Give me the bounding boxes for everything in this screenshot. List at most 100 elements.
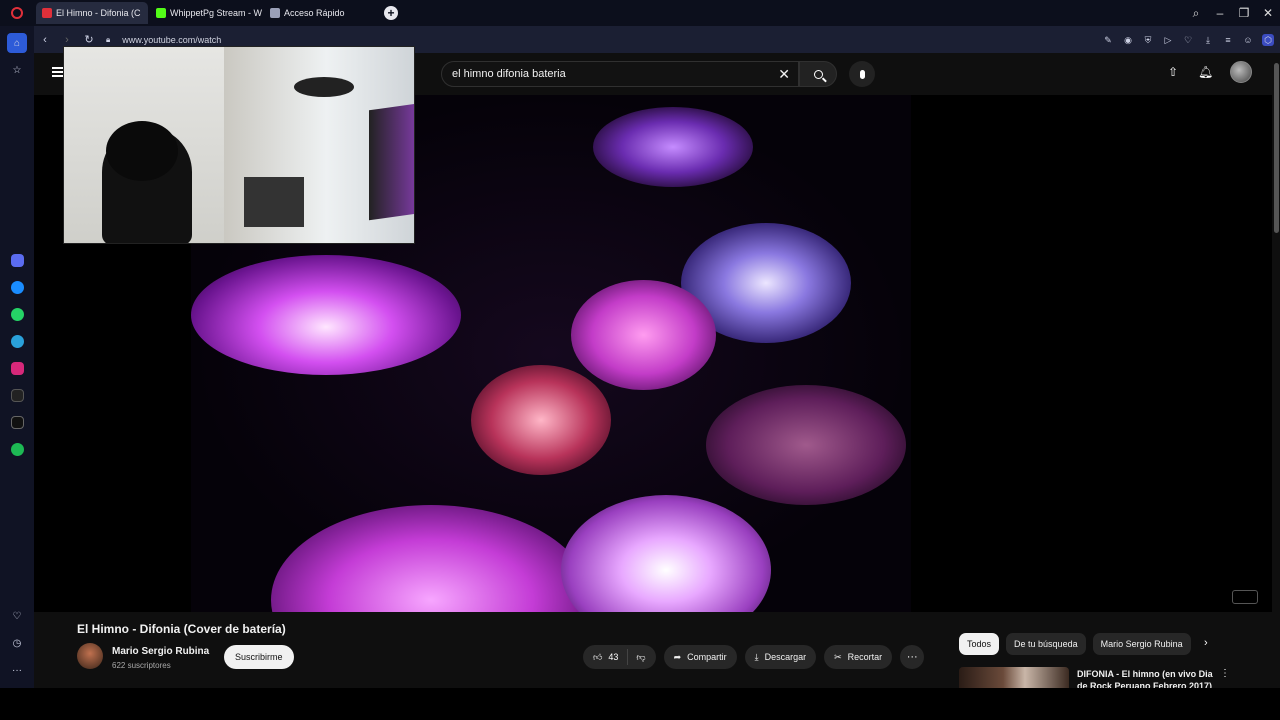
url-field[interactable]: www.youtube.com/watch — [122, 35, 221, 45]
kick-favicon-icon — [156, 8, 166, 18]
ride-cymbal — [561, 495, 771, 612]
download-icon[interactable]: ⤓ — [1202, 34, 1214, 46]
messenger-icon[interactable] — [10, 281, 24, 294]
search-button[interactable] — [799, 61, 837, 87]
subscribe-button[interactable]: Suscribirme — [224, 645, 294, 669]
floor-tom — [706, 385, 906, 505]
action-bar: 👍︎ 43 👎︎ ➦ Compartir ⤓ Descargar ✂ Recor… — [583, 645, 925, 669]
cymbal — [593, 107, 753, 187]
monitor — [369, 103, 414, 221]
channel-name[interactable]: Mario Sergio Rubina — [112, 646, 209, 657]
download-icon: ⤓ — [754, 651, 759, 662]
youtube-favicon-icon — [42, 8, 52, 18]
tab-speed-dial[interactable]: Acceso Rápido — [264, 2, 376, 24]
search-box[interactable]: el himno difonia bateria ✕ — [441, 61, 799, 87]
tab-title: El Himno - Difonia (C — [56, 8, 141, 18]
heart-icon[interactable]: ♡ — [7, 606, 27, 626]
opera-sidebar: ⌂ ☆ ♡ ◷ ··· — [0, 26, 34, 688]
hihat — [271, 505, 591, 612]
tiktok-icon[interactable] — [10, 389, 24, 402]
kebab-menu-icon[interactable]: ⋮ — [1220, 668, 1230, 679]
page-scrollbar[interactable] — [1272, 53, 1280, 688]
whatsapp-icon[interactable] — [10, 308, 24, 321]
forward-button[interactable]: › — [56, 34, 78, 46]
aria-icon[interactable] — [10, 254, 24, 267]
reload-button[interactable]: ↻ — [78, 33, 100, 46]
notifications-bell-icon[interactable]: 🔔︎ — [1198, 65, 1213, 79]
restore-button[interactable]: ❐ — [1232, 6, 1256, 20]
hair — [106, 121, 178, 181]
edit-icon[interactable]: ✎ — [1102, 34, 1114, 46]
new-tab-button[interactable]: + — [384, 6, 398, 20]
upload-icon[interactable]: ⇧ — [1166, 65, 1180, 79]
spotify-icon[interactable] — [10, 443, 24, 456]
dislike-button[interactable]: 👎︎ — [628, 652, 655, 663]
download-label: Descargar — [764, 652, 807, 662]
tab-title: WhippetPg Stream - Wate — [170, 8, 262, 18]
extension-icon[interactable]: ⬡ — [1262, 33, 1274, 46]
share-button[interactable]: ➦ Compartir — [663, 645, 737, 669]
browser-tab-strip: El Himno - Difonia (C WhippetPg Stream -… — [0, 0, 1280, 26]
thumbs-up-icon: 👍︎ — [593, 651, 603, 662]
instagram-icon[interactable] — [10, 362, 24, 375]
search-icon — [813, 69, 823, 79]
tab-kick[interactable]: WhippetPg Stream - Wate — [150, 2, 262, 24]
taskbar-area — [0, 688, 1280, 720]
close-button[interactable]: ✕ — [1256, 6, 1280, 20]
opera-menu-button[interactable] — [0, 0, 34, 26]
play-icon[interactable]: ▷ — [1162, 34, 1174, 46]
subscriber-count: 622 suscriptores — [112, 661, 171, 670]
like-count: 43 — [608, 652, 619, 662]
chip-all[interactable]: Todos — [959, 633, 1000, 655]
window-controls: ⌕ – ❐ ✕ — [1184, 0, 1280, 26]
scissors-icon: ✂ — [834, 651, 842, 662]
home-icon[interactable]: ⌂ — [7, 33, 27, 53]
grid-favicon-icon — [270, 8, 280, 18]
history-icon[interactable]: ◷ — [7, 633, 27, 653]
opera-logo-icon — [11, 7, 23, 19]
recommendation-thumbnail[interactable] — [959, 667, 1069, 688]
camera-icon[interactable]: ◉ — [1122, 34, 1134, 46]
webcam-overlay — [63, 46, 415, 244]
practice-pad — [294, 77, 354, 97]
tab-search-icon[interactable]: ⌕ — [1184, 6, 1208, 21]
clear-search-icon[interactable]: ✕ — [778, 66, 790, 83]
clip-button[interactable]: ✂ Recortar — [824, 645, 893, 669]
channel-avatar[interactable] — [77, 643, 103, 669]
telegram-icon[interactable] — [10, 335, 24, 348]
scroll-thumb[interactable] — [1274, 63, 1279, 233]
chip-from-search[interactable]: De tu búsqueda — [1006, 633, 1086, 655]
keyboard — [244, 177, 304, 227]
video-info: El Himno - Difonia (Cover de batería) Ma… — [34, 612, 1272, 688]
shield-icon[interactable]: ⛨ — [1142, 34, 1154, 46]
voice-search-button[interactable] — [849, 61, 875, 87]
minimize-button[interactable]: – — [1208, 6, 1232, 20]
like-dislike-group: 👍︎ 43 👎︎ — [583, 645, 656, 669]
download-button[interactable]: ⤓ Descargar — [744, 645, 817, 669]
chip-channel[interactable]: Mario Sergio Rubina — [1092, 633, 1191, 655]
tab-youtube[interactable]: El Himno - Difonia (C — [36, 2, 148, 24]
share-icon: ➦ — [673, 651, 682, 662]
recommendation-title[interactable]: DIFONIA - El himno (en vivo Dia de Rock … — [1077, 668, 1217, 688]
more-icon[interactable]: ··· — [7, 660, 27, 680]
microphone-icon — [859, 69, 865, 79]
video-title: El Himno - Difonia (Cover de batería) — [77, 622, 286, 636]
tom-drum — [571, 280, 716, 390]
back-button[interactable]: ‹ — [34, 34, 56, 46]
share-label: Compartir — [687, 652, 727, 662]
bookmarks-icon[interactable]: ☆ — [7, 60, 27, 80]
account-avatar[interactable] — [1230, 61, 1252, 83]
snare-drum — [471, 365, 611, 475]
favorite-icon[interactable]: ♡ — [1182, 34, 1194, 46]
clip-label: Recortar — [847, 652, 883, 662]
lock-icon: 🔒︎ — [106, 34, 111, 44]
profile-icon[interactable]: ☺ — [1242, 34, 1254, 46]
like-button[interactable]: 👍︎ 43 — [583, 649, 629, 665]
menu-icon[interactable]: ≡ — [1222, 34, 1234, 46]
x-icon[interactable] — [10, 416, 24, 429]
search-input[interactable]: el himno difonia bateria — [452, 68, 566, 80]
more-actions-button[interactable]: ··· — [900, 645, 925, 669]
watermark-logo — [1232, 590, 1258, 604]
chevron-right-icon[interactable]: › — [1204, 637, 1208, 649]
tab-title: Acceso Rápido — [284, 8, 345, 18]
